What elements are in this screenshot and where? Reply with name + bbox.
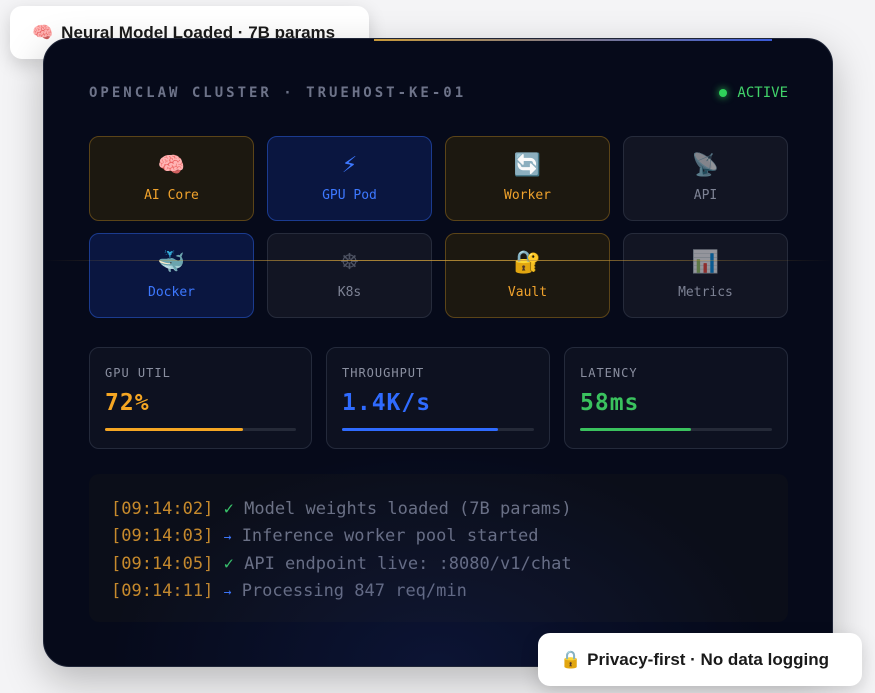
tile-gpu-pod[interactable]: ⚡ GPU Pod <box>267 136 432 221</box>
log-message: Processing 847 req/min <box>241 580 467 601</box>
helm-wheel-icon: ☸ <box>339 250 360 275</box>
log-line: [09:14:05] ✓ API endpoint live: :8080/v1… <box>111 551 766 578</box>
privacy-badge: 🔒 Privacy-first · No data logging <box>538 633 862 686</box>
progress-track <box>580 428 772 431</box>
metric-label: LATENCY <box>580 366 638 380</box>
brain-icon: 🧠 <box>157 153 186 178</box>
activity-log: [09:14:02] ✓ Model weights loaded (7B pa… <box>89 474 788 622</box>
log-message: Inference worker pool started <box>241 525 539 546</box>
progress-track <box>105 428 296 431</box>
tile-vault[interactable]: 🔐 Vault <box>445 233 610 318</box>
lock-icon: 🔒 <box>560 649 582 670</box>
tile-worker[interactable]: 🔄 Worker <box>445 136 610 221</box>
brain-icon: 🧠 <box>32 22 54 43</box>
tile-ai-core[interactable]: 🧠 AI Core <box>89 136 254 221</box>
tile-label: Worker <box>504 188 551 203</box>
metric-label: GPU UTIL <box>105 366 171 380</box>
tile-label: API <box>693 188 718 203</box>
whale-icon: 🐳 <box>157 250 186 275</box>
bar-chart-icon: 📊 <box>691 250 720 275</box>
status-indicator: ACTIVE <box>719 85 788 101</box>
arrow-right-icon: → <box>223 529 232 545</box>
tile-k8s[interactable]: ☸ K8s <box>267 233 432 318</box>
progress-fill <box>580 428 692 431</box>
tile-label: Vault <box>507 285 548 300</box>
metric-card-gpu-util: GPU UTIL 72% <box>89 347 312 449</box>
tile-label: GPU Pod <box>322 188 377 203</box>
progress-fill <box>342 428 498 431</box>
metric-value: 1.4K/s <box>342 390 432 416</box>
tile-api[interactable]: 📡 API <box>623 136 788 221</box>
progress-fill <box>105 428 243 431</box>
metric-value: 72% <box>105 390 150 416</box>
cluster-title: OPENCLAW CLUSTER · TRUEHOST-KE-01 <box>89 85 467 101</box>
log-timestamp: [09:14:03] <box>111 525 214 546</box>
service-tiles: 🧠 AI Core ⚡ GPU Pod 🔄 Worker 📡 API 🐳 Docker ☸ K8s 🔐 V… <box>89 136 788 318</box>
refresh-icon: 🔄 <box>513 153 542 178</box>
log-line: [09:14:11] → Processing 847 req/min <box>111 578 766 607</box>
scan-line <box>44 260 832 261</box>
metric-card-latency: LATENCY 58ms <box>564 347 788 449</box>
check-icon: ✓ <box>223 554 234 574</box>
log-timestamp: [09:14:05] <box>111 554 214 574</box>
log-line: [09:14:02] ✓ Model weights loaded (7B pa… <box>111 496 766 523</box>
metrics-row: GPU UTIL 72% THROUGHPUT 1.4K/s LATENCY 58ms <box>89 347 788 449</box>
arrow-right-icon: → <box>223 584 232 600</box>
metric-label: THROUGHPUT <box>342 366 425 380</box>
satellite-dish-icon: 📡 <box>691 153 720 178</box>
progress-track <box>342 428 534 431</box>
log-message: API endpoint live: :8080/v1/chat <box>244 554 572 574</box>
log-line: [09:14:03] → Inference worker pool start… <box>111 523 766 552</box>
metric-card-throughput: THROUGHPUT 1.4K/s <box>326 347 550 449</box>
tile-metrics[interactable]: 📊 Metrics <box>623 233 788 318</box>
tile-docker[interactable]: 🐳 Docker <box>89 233 254 318</box>
tile-label: Metrics <box>678 285 733 300</box>
status-dot-icon <box>719 89 728 97</box>
cluster-panel: OPENCLAW CLUSTER · TRUEHOST-KE-01 ACTIVE… <box>43 38 833 667</box>
tile-label: K8s <box>337 285 362 300</box>
check-icon: ✓ <box>223 499 234 519</box>
tile-label: AI Core <box>144 188 199 203</box>
log-timestamp: [09:14:11] <box>111 580 214 601</box>
log-message: Model weights loaded (7B params) <box>244 499 572 519</box>
log-timestamp: [09:14:02] <box>111 499 214 519</box>
metric-value: 58ms <box>580 390 640 416</box>
status-label: ACTIVE <box>737 85 788 101</box>
lightning-icon: ⚡ <box>341 153 358 178</box>
tile-label: Docker <box>148 285 195 300</box>
lock-icon: 🔐 <box>513 250 542 275</box>
privacy-text: Privacy-first · No data logging <box>587 649 829 669</box>
